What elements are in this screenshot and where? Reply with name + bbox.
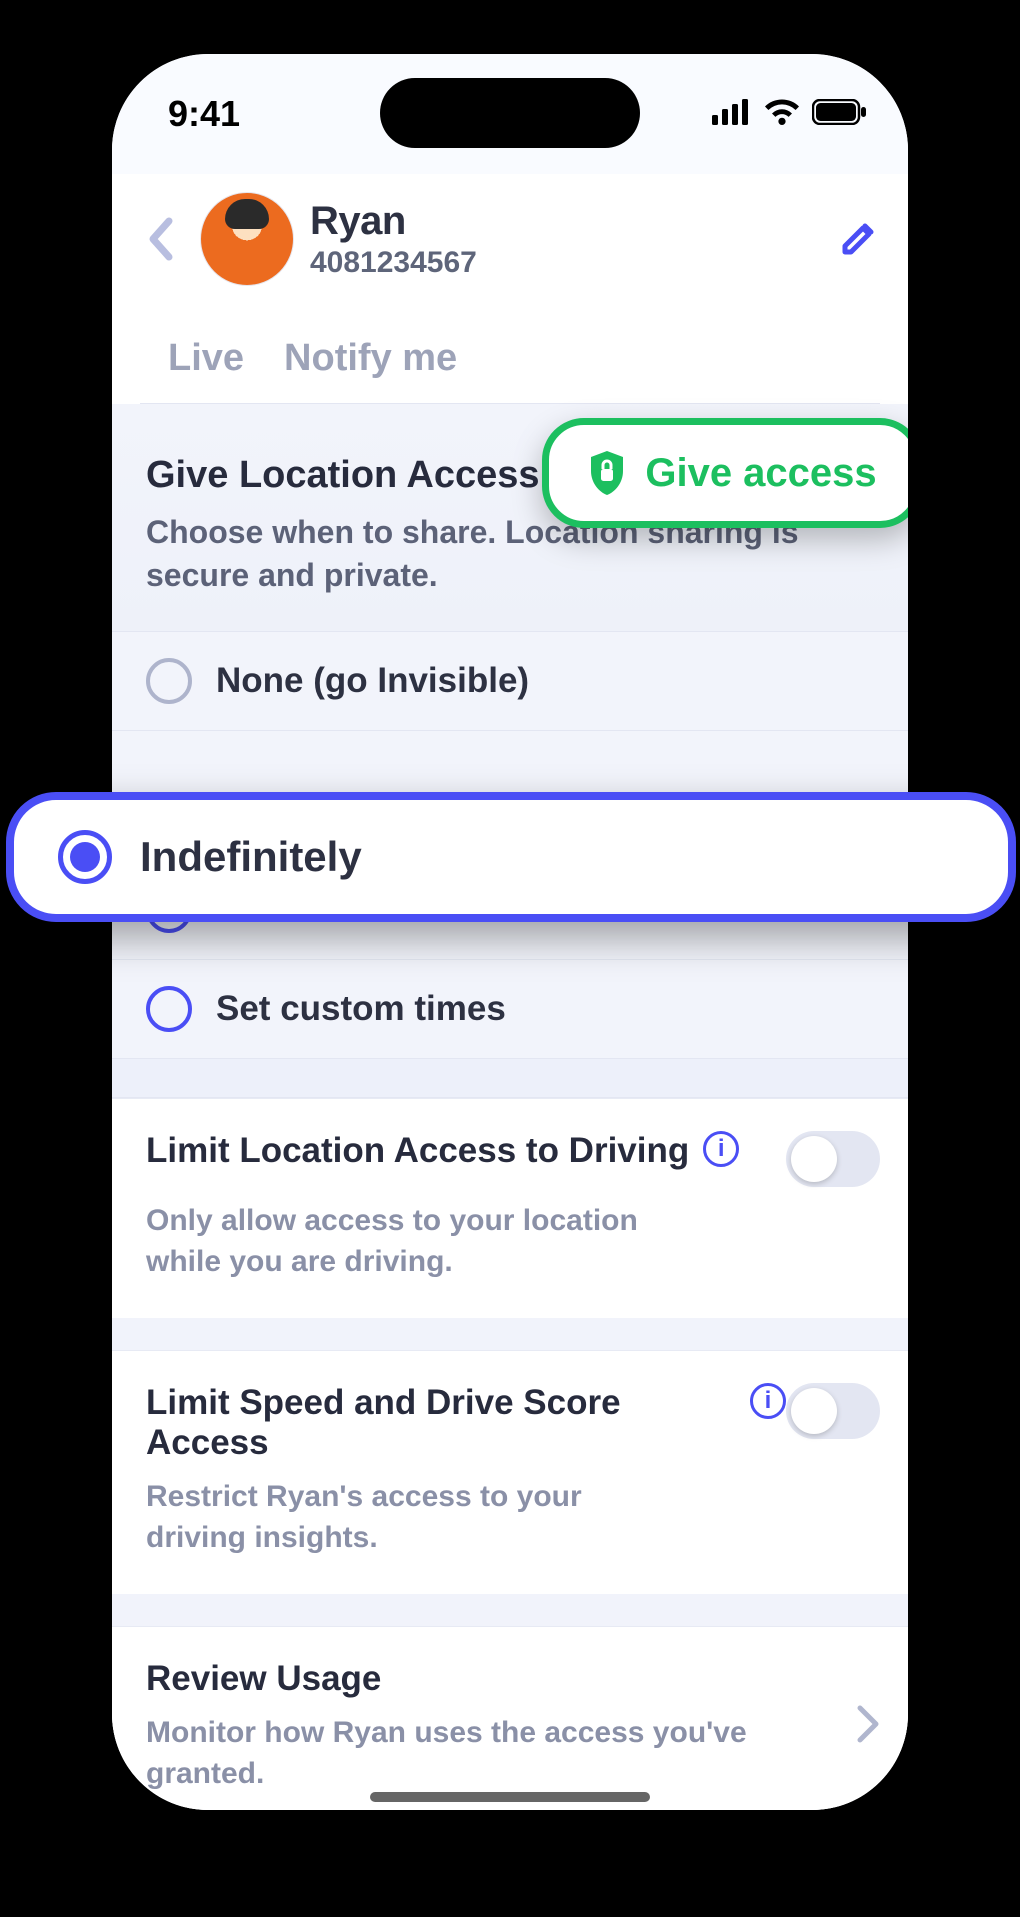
- toggle-limit-speed[interactable]: [786, 1383, 880, 1439]
- card-title: Review Usage: [146, 1659, 856, 1699]
- divider: [112, 1318, 908, 1350]
- card-limit-speed: Limit Speed and Drive Score Access i Res…: [112, 1350, 908, 1594]
- option-custom-times[interactable]: Set custom times: [112, 959, 908, 1058]
- home-indicator[interactable]: [370, 1792, 650, 1802]
- toggle-limit-driving[interactable]: [786, 1131, 880, 1187]
- option-label: Indefinitely: [140, 833, 362, 881]
- device-notch: [380, 78, 640, 148]
- phone-frame: 9:41: [98, 40, 922, 1824]
- tab-live[interactable]: Live: [168, 337, 244, 380]
- profile-header: Ryan 4081234567 Live Notify me Give acce…: [112, 174, 908, 404]
- card-title: Limit Speed and Drive Score Access: [146, 1383, 621, 1462]
- card-description: Monitor how Ryan uses the access you've …: [146, 1713, 786, 1794]
- avatar: [200, 192, 294, 286]
- option-none[interactable]: None (go Invisible): [112, 632, 908, 730]
- option-indefinitely[interactable]: Indefinitely: [6, 792, 1016, 922]
- card-description: Restrict Ryan's access to your driving i…: [146, 1477, 666, 1558]
- option-label: None (go Invisible): [216, 661, 529, 701]
- tab-give-access[interactable]: Give access: [542, 418, 922, 528]
- status-icons: [712, 99, 868, 130]
- divider: [112, 1058, 908, 1098]
- tab-bar: Live Notify me Give access: [140, 314, 880, 404]
- radio-icon: [146, 986, 192, 1032]
- wifi-icon: [764, 99, 800, 130]
- status-time: 9:41: [168, 93, 240, 135]
- shield-lock-icon: [587, 449, 627, 497]
- radio-selected-icon: [58, 830, 112, 884]
- tab-label: Give access: [645, 451, 876, 496]
- radio-icon: [146, 658, 192, 704]
- option-label: Set custom times: [216, 989, 506, 1029]
- chevron-right-icon: [856, 1704, 880, 1749]
- cellular-icon: [712, 99, 752, 130]
- info-icon[interactable]: i: [750, 1383, 786, 1419]
- tab-notify-me[interactable]: Notify me: [284, 337, 457, 380]
- info-icon[interactable]: i: [703, 1131, 739, 1167]
- battery-icon: [812, 99, 868, 130]
- edit-button[interactable]: [836, 217, 880, 261]
- pencil-icon: [839, 220, 877, 258]
- contact-name: Ryan: [310, 199, 477, 244]
- screen: 9:41: [112, 54, 908, 1810]
- back-button[interactable]: [140, 217, 184, 261]
- card-description: Only allow access to your location while…: [146, 1201, 666, 1282]
- divider: [112, 1594, 908, 1626]
- contact-phone: 4081234567: [310, 246, 477, 280]
- card-limit-driving: Limit Location Access to Driving i Only …: [112, 1098, 908, 1318]
- card-title: Limit Location Access to Driving: [146, 1131, 689, 1170]
